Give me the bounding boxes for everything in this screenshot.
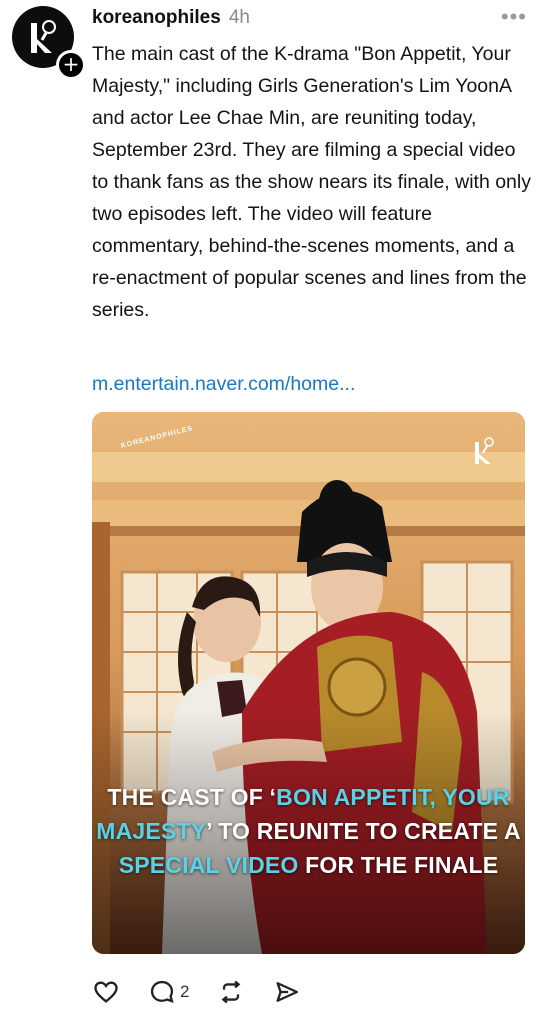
post-header: koreanophiles 4h xyxy=(92,7,250,31)
post-actions: 2 xyxy=(92,974,329,1010)
repost-icon xyxy=(222,980,241,1004)
avatar-container[interactable]: + xyxy=(12,6,86,80)
share-icon xyxy=(276,982,299,1002)
like-button[interactable] xyxy=(92,978,120,1006)
headline-text-2: ’ TO REUNITE TO CREATE A xyxy=(206,818,521,844)
comment-icon xyxy=(150,980,174,1003)
comment-count: 2 xyxy=(180,982,190,1001)
post-link[interactable]: m.entertain.naver.com/home... xyxy=(92,373,355,396)
share-button[interactable] xyxy=(273,978,301,1006)
heart-icon xyxy=(94,981,118,1003)
repost-button[interactable] xyxy=(217,978,245,1006)
username[interactable]: koreanophiles xyxy=(92,7,221,29)
headline-text-1: THE CAST OF ‘ xyxy=(107,784,277,810)
brand-logo-icon xyxy=(475,437,494,464)
more-options-icon[interactable]: ••• xyxy=(501,4,527,30)
headline-text-3: FOR THE FINALE xyxy=(298,852,499,878)
follow-plus-button[interactable]: + xyxy=(56,50,86,80)
post-text: The main cast of the K-drama "Bon Appeti… xyxy=(92,43,531,321)
post-time: 4h xyxy=(228,7,250,28)
post-image[interactable]: KOREANOPHILES THE CAST OF ‘BON APPETIT, … xyxy=(92,412,525,954)
image-headline: THE CAST OF ‘BON APPETIT, YOUR MAJESTY’ … xyxy=(92,780,525,882)
headline-highlight-special-video: SPECIAL VIDEO xyxy=(118,852,299,878)
comment-button[interactable]: 2 xyxy=(148,978,189,1006)
